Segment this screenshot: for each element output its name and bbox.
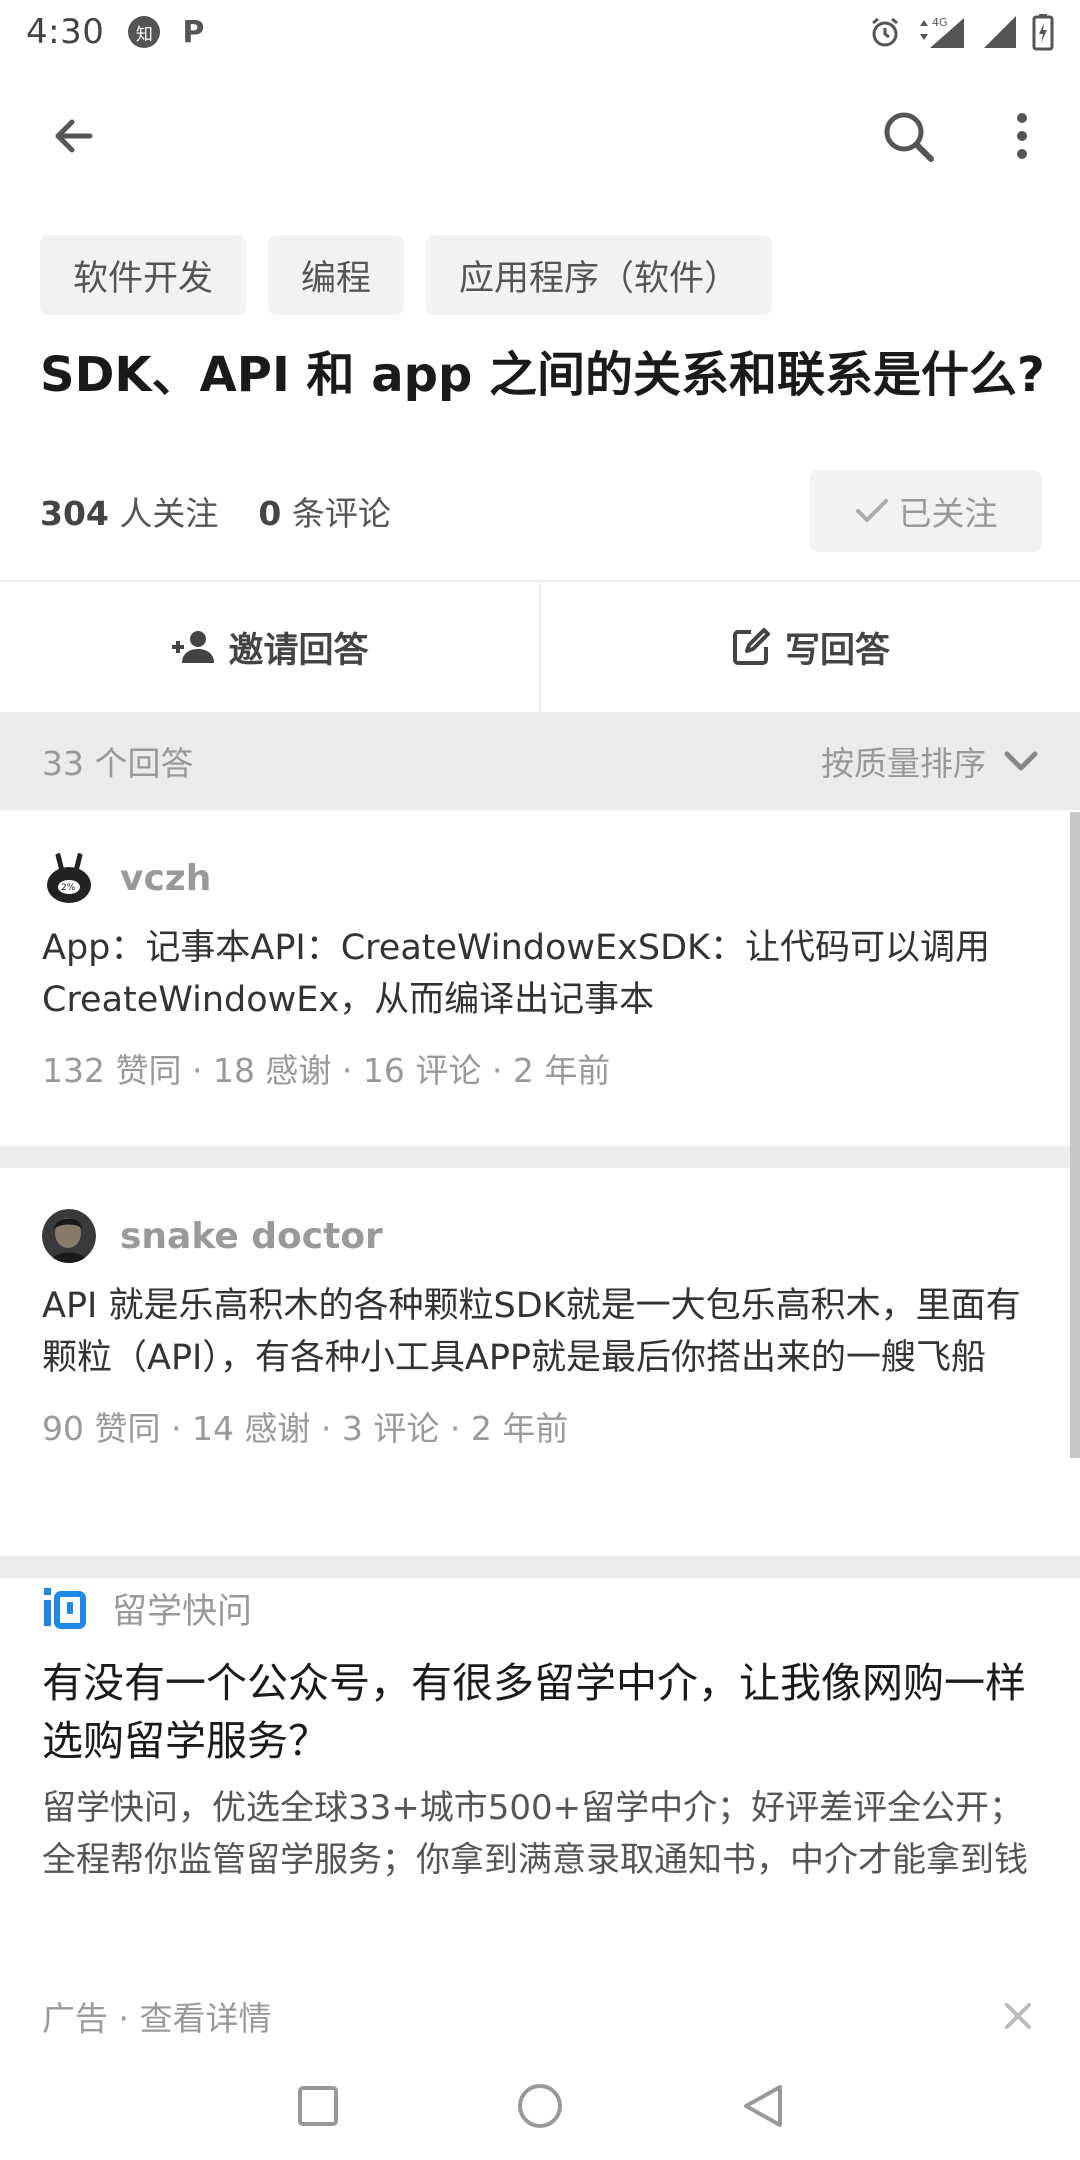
back-button[interactable] <box>38 100 110 172</box>
follow-button-label: 已关注 <box>898 494 998 533</box>
status-time: 4:30 <box>26 12 105 52</box>
question-meta: 304 人关注 0 条评论 已关注 <box>40 470 1042 552</box>
svg-text:4G: 4G <box>932 16 948 29</box>
answers-count: 33 个回答 <box>42 744 194 783</box>
divider <box>0 1556 1080 1578</box>
ad-footer: 广告 · 查看详情 <box>42 1992 1038 2040</box>
ad-details-link[interactable]: 广告 · 查看详情 <box>42 1992 271 2040</box>
question-title: SDK、API 和 app 之间的关系和联系是什么? <box>40 347 1045 403</box>
sort-label: 按质量排序 <box>821 744 986 783</box>
triangle-back-icon <box>744 2085 782 2127</box>
answer-item[interactable]: snake doctor API 就是乐高积木的各种颗粒SDK就是一大包乐高积木… <box>0 1208 1080 1450</box>
follow-button[interactable]: 已关注 <box>810 470 1042 552</box>
answer-stats: 132 赞同 · 18 感谢 · 16 评论 · 2 年前 <box>42 1051 611 1090</box>
comments-count[interactable]: 0 条评论 <box>258 487 390 535</box>
write-answer-button[interactable]: 写回答 <box>541 582 1080 712</box>
circle-icon <box>518 2084 562 2128</box>
arrow-left-icon <box>55 119 93 153</box>
chevron-down-icon <box>1004 751 1038 771</box>
topic-chips: 软件开发 编程 应用程序（软件） <box>40 235 773 315</box>
alarm-icon <box>872 17 898 47</box>
search-icon <box>884 112 934 162</box>
battery-icon <box>1032 14 1054 51</box>
invite-answer-label: 邀请回答 <box>228 630 369 671</box>
close-icon <box>1005 2003 1031 2029</box>
answer-actions: 邀请回答 写回答 <box>0 580 1080 712</box>
scrollbar-thumb[interactable] <box>1070 812 1080 1458</box>
more-options-button[interactable] <box>986 100 1058 172</box>
add-person-icon <box>172 631 215 663</box>
signal-icon <box>984 16 1016 48</box>
comments-label: 条评论 <box>291 494 391 533</box>
edit-icon <box>732 628 770 665</box>
back-nav-button[interactable] <box>732 2076 792 2136</box>
p-notification-icon: P <box>182 14 205 50</box>
answers-header: 33 个回答 按质量排序 <box>0 712 1080 810</box>
followers-count[interactable]: 304 人关注 <box>40 487 218 535</box>
answer-stats: 90 赞同 · 14 感谢 · 3 评论 · 2 年前 <box>42 1409 569 1448</box>
home-button[interactable] <box>510 2076 570 2136</box>
check-icon <box>855 499 888 522</box>
followers-number: 304 <box>40 494 109 533</box>
followers-label: 人关注 <box>119 494 219 533</box>
zhihu-notification-icon: 知 <box>128 16 161 48</box>
author-name[interactable]: snake doctor <box>120 1216 383 1257</box>
ad-close-button[interactable] <box>998 1996 1038 2036</box>
answer-item[interactable]: 2% vczh App：记事本API：CreateWindowExSDK：让代码… <box>0 850 1080 1092</box>
answer-excerpt: App：记事本API：CreateWindowExSDK：让代码可以调用Crea… <box>42 928 990 1020</box>
invite-answer-button[interactable]: 邀请回答 <box>0 582 541 712</box>
topic-chip[interactable]: 编程 <box>268 235 405 315</box>
comments-number: 0 <box>258 494 282 533</box>
answer-author[interactable]: 2% vczh <box>42 850 1038 906</box>
svg-text:2%: 2% <box>61 883 76 893</box>
system-icons: 4G <box>868 13 1054 51</box>
avatar-image: 2% <box>42 851 96 905</box>
square-icon <box>298 2086 338 2126</box>
author-name[interactable]: vczh <box>120 858 211 899</box>
status-bar: 4:30 知 P 4G <box>0 0 1080 64</box>
sort-dropdown[interactable]: 按质量排序 <box>821 737 1038 785</box>
toolbar <box>0 64 1080 208</box>
ad-source: 留学快问 <box>42 1580 1038 1636</box>
answer-author[interactable]: snake doctor <box>42 1208 1038 1264</box>
search-button[interactable] <box>872 100 944 172</box>
ad-source-name: 留学快问 <box>112 1591 253 1632</box>
notification-icons: 知 P <box>128 14 208 50</box>
divider <box>0 1146 1080 1168</box>
avatar-image <box>42 1209 96 1263</box>
topic-chip[interactable]: 软件开发 <box>40 235 247 315</box>
avatar[interactable] <box>42 1209 96 1263</box>
ad-title: 有没有一个公众号，有很多留学中介，让我像网购一样选购留学服务？ <box>42 1659 1026 1765</box>
ad-description: 留学快问，优选全球33+城市500+留学中介；好评差评全公开；全程帮你监管留学服… <box>42 1788 1028 1880</box>
signal-4g-icon: 4G <box>920 16 964 48</box>
answer-excerpt: API 就是乐高积木的各种颗粒SDK就是一大包乐高积木，里面有颗粒（API），有… <box>42 1286 1021 1378</box>
avatar[interactable]: 2% <box>42 851 96 905</box>
topic-chip[interactable]: 应用程序（软件） <box>426 235 773 315</box>
ad-card[interactable]: 留学快问 有没有一个公众号，有很多留学中介，让我像网购一样选购留学服务？ 留学快… <box>0 1580 1080 1886</box>
ad-logo-icon <box>44 1588 86 1629</box>
recents-button[interactable] <box>288 2076 348 2136</box>
write-answer-label: 写回答 <box>784 630 890 671</box>
system-nav-bar <box>0 2050 1080 2160</box>
more-vert-icon <box>1017 113 1027 159</box>
